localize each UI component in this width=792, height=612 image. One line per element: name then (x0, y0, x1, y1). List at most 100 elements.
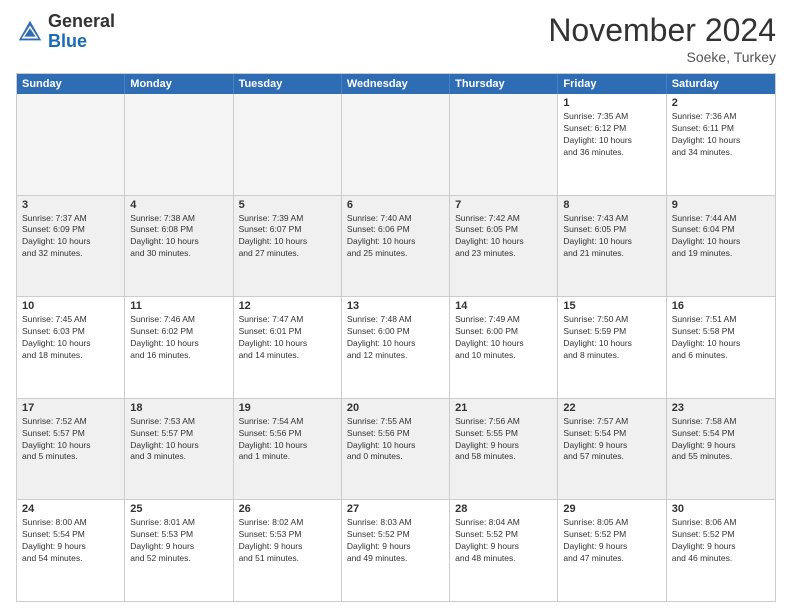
day-info: Sunrise: 7:53 AMSunset: 5:57 PMDaylight:… (130, 416, 227, 464)
day-info: Sunrise: 7:35 AMSunset: 6:12 PMDaylight:… (563, 111, 660, 159)
day-cell-15: 15 Sunrise: 7:50 AMSunset: 5:59 PMDayligh… (558, 297, 666, 398)
day-cell-25: 25Sunrise: 8:01 AMSunset: 5:53 PMDayligh… (125, 500, 233, 601)
day-number: 22 (563, 402, 660, 414)
day-number: 14 (455, 300, 552, 312)
page: General Blue November 2024 Soeke, Turkey… (0, 0, 792, 612)
day-number: 7 (455, 199, 552, 211)
day-cell-2: 2Sunrise: 7:36 AMSunset: 6:11 PMDaylight… (667, 94, 775, 195)
day-number: 11 (130, 300, 227, 312)
day-cell-11: 11 Sunrise: 7:46 AMSunset: 6:02 PMDayligh… (125, 297, 233, 398)
day-info: Sunrise: 8:00 AMSunset: 5:54 PMDaylight:… (22, 517, 119, 565)
day-info: Sunrise: 7:47 AMSunset: 6:01 PMDaylight:… (239, 314, 336, 362)
calendar: SundayMondayTuesdayWednesdayThursdayFrid… (16, 73, 776, 602)
day-number: 30 (672, 503, 770, 515)
day-cell-22: 22 Sunrise: 7:57 AMSunset: 5:54 PMDayligh… (558, 399, 666, 500)
day-number: 10 (22, 300, 119, 312)
day-info: Sunrise: 7:43 AMSunset: 6:05 PMDaylight:… (563, 213, 660, 261)
day-info: Sunrise: 7:48 AMSunset: 6:00 PMDaylight:… (347, 314, 444, 362)
month-title: November 2024 (548, 12, 776, 49)
day-number: 6 (347, 199, 444, 211)
day-number: 13 (347, 300, 444, 312)
day-info: Sunrise: 7:54 AMSunset: 5:56 PMDaylight:… (239, 416, 336, 464)
day-number: 26 (239, 503, 336, 515)
header-day-sunday: Sunday (17, 74, 125, 94)
empty-cell (125, 94, 233, 195)
day-info: Sunrise: 8:02 AMSunset: 5:53 PMDaylight:… (239, 517, 336, 565)
day-info: Sunrise: 8:05 AMSunset: 5:52 PMDaylight:… (563, 517, 660, 565)
day-cell-30: 30 Sunrise: 8:06 AMSunset: 5:52 PMDayligh… (667, 500, 775, 601)
day-number: 27 (347, 503, 444, 515)
day-number: 28 (455, 503, 552, 515)
empty-cell (17, 94, 125, 195)
header-day-thursday: Thursday (450, 74, 558, 94)
logo: General Blue (16, 12, 115, 52)
day-info: Sunrise: 8:04 AMSunset: 5:52 PMDaylight:… (455, 517, 552, 565)
day-info: Sunrise: 7:42 AMSunset: 6:05 PMDaylight:… (455, 213, 552, 261)
day-cell-6: 6 Sunrise: 7:40 AMSunset: 6:06 PMDaylight… (342, 196, 450, 297)
day-info: Sunrise: 7:44 AMSunset: 6:04 PMDaylight:… (672, 213, 770, 261)
empty-cell (234, 94, 342, 195)
day-info: Sunrise: 8:01 AMSunset: 5:53 PMDaylight:… (130, 517, 227, 565)
day-cell-5: 5 Sunrise: 7:39 AMSunset: 6:07 PMDaylight… (234, 196, 342, 297)
day-number: 23 (672, 402, 770, 414)
day-number: 9 (672, 199, 770, 211)
day-cell-8: 8 Sunrise: 7:43 AMSunset: 6:05 PMDaylight… (558, 196, 666, 297)
title-block: November 2024 Soeke, Turkey (548, 12, 776, 65)
day-number: 15 (563, 300, 660, 312)
day-info: Sunrise: 7:40 AMSunset: 6:06 PMDaylight:… (347, 213, 444, 261)
day-number: 17 (22, 402, 119, 414)
day-info: Sunrise: 8:06 AMSunset: 5:52 PMDaylight:… (672, 517, 770, 565)
day-info: Sunrise: 7:45 AMSunset: 6:03 PMDaylight:… (22, 314, 119, 362)
day-cell-28: 28 Sunrise: 8:04 AMSunset: 5:52 PMDayligh… (450, 500, 558, 601)
empty-cell (342, 94, 450, 195)
day-cell-13: 13 Sunrise: 7:48 AMSunset: 6:00 PMDayligh… (342, 297, 450, 398)
day-info: Sunrise: 7:50 AMSunset: 5:59 PMDaylight:… (563, 314, 660, 362)
day-number: 19 (239, 402, 336, 414)
day-cell-9: 9 Sunrise: 7:44 AMSunset: 6:04 PMDaylight… (667, 196, 775, 297)
day-info: Sunrise: 7:46 AMSunset: 6:02 PMDaylight:… (130, 314, 227, 362)
day-info: Sunrise: 7:57 AMSunset: 5:54 PMDaylight:… (563, 416, 660, 464)
day-cell-1: 1 Sunrise: 7:35 AMSunset: 6:12 PMDaylight… (558, 94, 666, 195)
calendar-row-5: 24Sunrise: 8:00 AMSunset: 5:54 PMDayligh… (17, 500, 775, 601)
day-info: Sunrise: 7:55 AMSunset: 5:56 PMDaylight:… (347, 416, 444, 464)
day-cell-10: 10 Sunrise: 7:45 AMSunset: 6:03 PMDayligh… (17, 297, 125, 398)
header-day-monday: Monday (125, 74, 233, 94)
day-number: 18 (130, 402, 227, 414)
day-number: 3 (22, 199, 119, 211)
day-info: Sunrise: 7:37 AMSunset: 6:09 PMDaylight:… (22, 213, 119, 261)
day-number: 12 (239, 300, 336, 312)
calendar-row-3: 10 Sunrise: 7:45 AMSunset: 6:03 PMDayligh… (17, 297, 775, 399)
day-info: Sunrise: 7:51 AMSunset: 5:58 PMDaylight:… (672, 314, 770, 362)
day-cell-24: 24Sunrise: 8:00 AMSunset: 5:54 PMDayligh… (17, 500, 125, 601)
day-info: Sunrise: 7:38 AMSunset: 6:08 PMDaylight:… (130, 213, 227, 261)
header-day-saturday: Saturday (667, 74, 775, 94)
calendar-row-4: 17Sunrise: 7:52 AMSunset: 5:57 PMDayligh… (17, 399, 775, 501)
calendar-header: SundayMondayTuesdayWednesdayThursdayFrid… (17, 74, 775, 94)
day-number: 8 (563, 199, 660, 211)
day-number: 1 (563, 97, 660, 109)
day-info: Sunrise: 7:58 AMSunset: 5:54 PMDaylight:… (672, 416, 770, 464)
logo-text: General Blue (48, 12, 115, 52)
day-number: 4 (130, 199, 227, 211)
day-cell-3: 3 Sunrise: 7:37 AMSunset: 6:09 PMDaylight… (17, 196, 125, 297)
calendar-row-2: 3 Sunrise: 7:37 AMSunset: 6:09 PMDaylight… (17, 196, 775, 298)
day-cell-26: 26 Sunrise: 8:02 AMSunset: 5:53 PMDayligh… (234, 500, 342, 601)
day-number: 20 (347, 402, 444, 414)
day-cell-20: 20 Sunrise: 7:55 AMSunset: 5:56 PMDayligh… (342, 399, 450, 500)
day-cell-27: 27Sunrise: 8:03 AMSunset: 5:52 PMDayligh… (342, 500, 450, 601)
day-info: Sunrise: 7:49 AMSunset: 6:00 PMDaylight:… (455, 314, 552, 362)
day-cell-29: 29 Sunrise: 8:05 AMSunset: 5:52 PMDayligh… (558, 500, 666, 601)
day-number: 2 (672, 97, 770, 109)
day-number: 16 (672, 300, 770, 312)
day-info: Sunrise: 7:39 AMSunset: 6:07 PMDaylight:… (239, 213, 336, 261)
day-number: 5 (239, 199, 336, 211)
day-info: Sunrise: 7:56 AMSunset: 5:55 PMDaylight:… (455, 416, 552, 464)
header-day-tuesday: Tuesday (234, 74, 342, 94)
calendar-body: 1 Sunrise: 7:35 AMSunset: 6:12 PMDaylight… (17, 94, 775, 601)
day-cell-4: 4 Sunrise: 7:38 AMSunset: 6:08 PMDaylight… (125, 196, 233, 297)
day-cell-7: 7 Sunrise: 7:42 AMSunset: 6:05 PMDaylight… (450, 196, 558, 297)
day-cell-18: 18 Sunrise: 7:53 AMSunset: 5:57 PMDayligh… (125, 399, 233, 500)
day-cell-16: 16 Sunrise: 7:51 AMSunset: 5:58 PMDayligh… (667, 297, 775, 398)
header-day-wednesday: Wednesday (342, 74, 450, 94)
day-number: 29 (563, 503, 660, 515)
